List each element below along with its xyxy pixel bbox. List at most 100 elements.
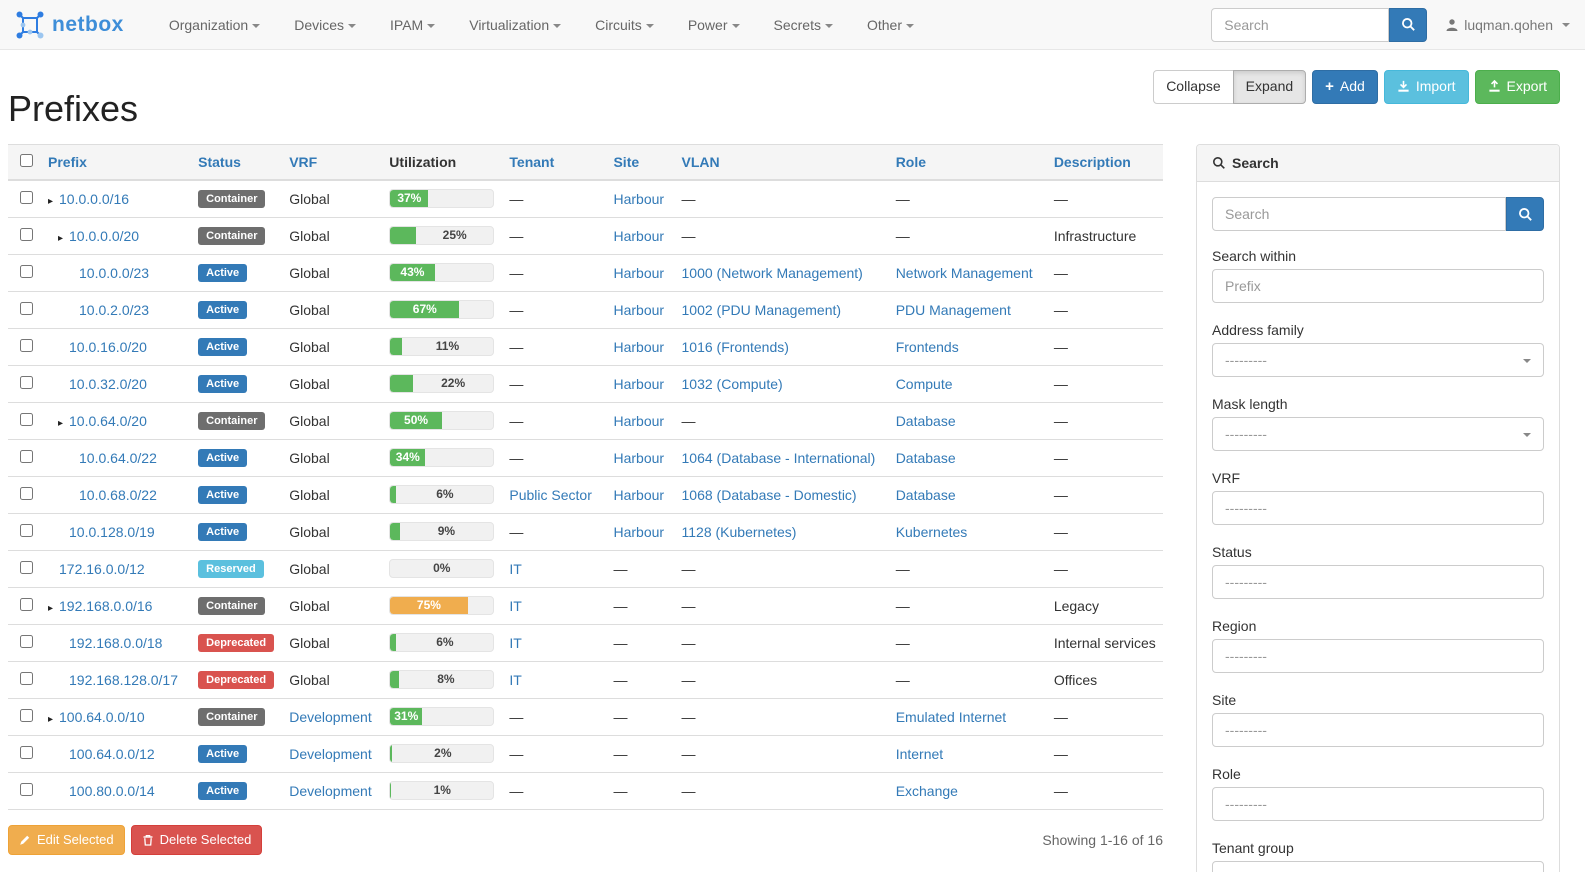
prefix-link[interactable]: 10.0.68.0/22 [79,487,157,503]
vrf-link[interactable]: Development [289,746,372,762]
vlan-link[interactable]: 1016 (Frontends) [682,339,789,355]
prefix-link[interactable]: 10.0.128.0/19 [69,524,155,540]
column-header-prefix[interactable]: Prefix [40,145,190,181]
prefix-link[interactable]: 10.0.0.0/20 [69,228,139,244]
column-header-vlan[interactable]: VLAN [674,145,888,181]
role-link[interactable]: Kubernetes [896,524,968,540]
filter-search-button[interactable] [1506,197,1544,231]
role-link[interactable]: Compute [896,376,953,392]
site-link[interactable]: Harbour [613,450,664,466]
export-button[interactable]: Export [1475,70,1560,104]
site-link[interactable]: Harbour [613,302,664,318]
row-checkbox[interactable] [20,709,33,722]
filter-select-vrf[interactable]: --------- [1212,491,1544,525]
vlan-link[interactable]: 1032 (Compute) [682,376,783,392]
prefix-link[interactable]: 100.64.0.0/12 [69,746,155,762]
prefix-link[interactable]: 172.16.0.0/12 [59,561,145,577]
tenant-link[interactable]: IT [509,672,521,688]
prefix-link[interactable]: 10.0.32.0/20 [69,376,147,392]
nav-item-devices[interactable]: Devices [277,2,373,48]
role-link[interactable]: Internet [896,746,943,762]
row-checkbox[interactable] [20,265,33,278]
row-checkbox[interactable] [20,228,33,241]
filter-search-input[interactable] [1212,197,1506,231]
prefix-link[interactable]: 10.0.64.0/20 [69,413,147,429]
filter-input-search-within[interactable] [1212,269,1544,303]
role-link[interactable]: Emulated Internet [896,709,1007,725]
expand-button[interactable]: Expand [1233,70,1306,104]
nav-item-secrets[interactable]: Secrets [757,2,850,48]
brand[interactable]: netbox [15,10,124,40]
row-checkbox[interactable] [20,339,33,352]
user-menu[interactable]: luqman.qohen [1445,17,1570,33]
nav-item-power[interactable]: Power [671,2,757,48]
row-checkbox[interactable] [20,376,33,389]
nav-item-virtualization[interactable]: Virtualization [452,2,578,48]
row-checkbox[interactable] [20,783,33,796]
navbar-search-button[interactable] [1389,8,1427,42]
role-link[interactable]: Database [896,413,956,429]
vrf-link[interactable]: Development [289,783,372,799]
column-header-vrf[interactable]: VRF [281,145,381,181]
prefix-link[interactable]: 192.168.0.0/16 [59,598,152,614]
tenant-link[interactable]: Public Sector [509,487,591,503]
vlan-link[interactable]: 1000 (Network Management) [682,265,863,281]
filter-select-address-family[interactable]: --------- [1212,343,1544,377]
site-link[interactable]: Harbour [613,487,664,503]
nav-item-other[interactable]: Other [850,2,931,48]
row-checkbox[interactable] [20,746,33,759]
nav-item-circuits[interactable]: Circuits [578,2,671,48]
role-link[interactable]: Frontends [896,339,959,355]
filter-select-status[interactable]: --------- [1212,565,1544,599]
filter-select-site[interactable]: --------- [1212,713,1544,747]
row-checkbox[interactable] [20,191,33,204]
navbar-search-input[interactable] [1211,8,1389,42]
site-link[interactable]: Harbour [613,413,664,429]
row-checkbox[interactable] [20,635,33,648]
filter-select-tenant-group[interactable]: --------- [1212,861,1544,872]
column-header-description[interactable]: Description [1046,145,1163,181]
site-link[interactable]: Harbour [613,376,664,392]
role-link[interactable]: Exchange [896,783,958,799]
row-checkbox[interactable] [20,672,33,685]
site-link[interactable]: Harbour [613,228,664,244]
tenant-link[interactable]: IT [509,561,521,577]
vlan-link[interactable]: 1128 (Kubernetes) [682,524,797,540]
nav-item-ipam[interactable]: IPAM [373,2,452,48]
vlan-link[interactable]: 1002 (PDU Management) [682,302,842,318]
column-header-site[interactable]: Site [605,145,673,181]
site-link[interactable]: Harbour [613,339,664,355]
row-checkbox[interactable] [20,302,33,315]
site-link[interactable]: Harbour [613,524,664,540]
add-button[interactable]: + Add [1312,70,1378,104]
row-checkbox[interactable] [20,524,33,537]
filter-select-mask-length[interactable]: --------- [1212,417,1544,451]
prefix-link[interactable]: 10.0.16.0/20 [69,339,147,355]
site-link[interactable]: Harbour [613,265,664,281]
prefix-link[interactable]: 100.64.0.0/10 [59,709,145,725]
filter-select-role[interactable]: --------- [1212,787,1544,821]
import-button[interactable]: Import [1384,70,1469,104]
prefix-link[interactable]: 100.80.0.0/14 [69,783,155,799]
site-link[interactable]: Harbour [613,191,664,207]
vlan-link[interactable]: 1064 (Database - International) [682,450,876,466]
filter-select-region[interactable]: --------- [1212,639,1544,673]
collapse-button[interactable]: Collapse [1153,70,1233,104]
edit-selected-button[interactable]: Edit Selected [8,825,125,855]
tenant-link[interactable]: IT [509,635,521,651]
nav-item-organization[interactable]: Organization [152,2,277,48]
row-checkbox[interactable] [20,450,33,463]
prefix-link[interactable]: 192.168.0.0/18 [69,635,162,651]
prefix-link[interactable]: 10.0.2.0/23 [79,302,149,318]
select-all-checkbox[interactable] [20,154,33,167]
row-checkbox[interactable] [20,413,33,426]
role-link[interactable]: Database [896,487,956,503]
column-header-role[interactable]: Role [888,145,1046,181]
prefix-link[interactable]: 10.0.0.0/23 [79,265,149,281]
prefix-link[interactable]: 10.0.0.0/16 [59,191,129,207]
prefix-link[interactable]: 192.168.128.0/17 [69,672,178,688]
column-header-tenant[interactable]: Tenant [501,145,605,181]
row-checkbox[interactable] [20,487,33,500]
column-header-status[interactable]: Status [190,145,281,181]
delete-selected-button[interactable]: Delete Selected [131,825,263,855]
